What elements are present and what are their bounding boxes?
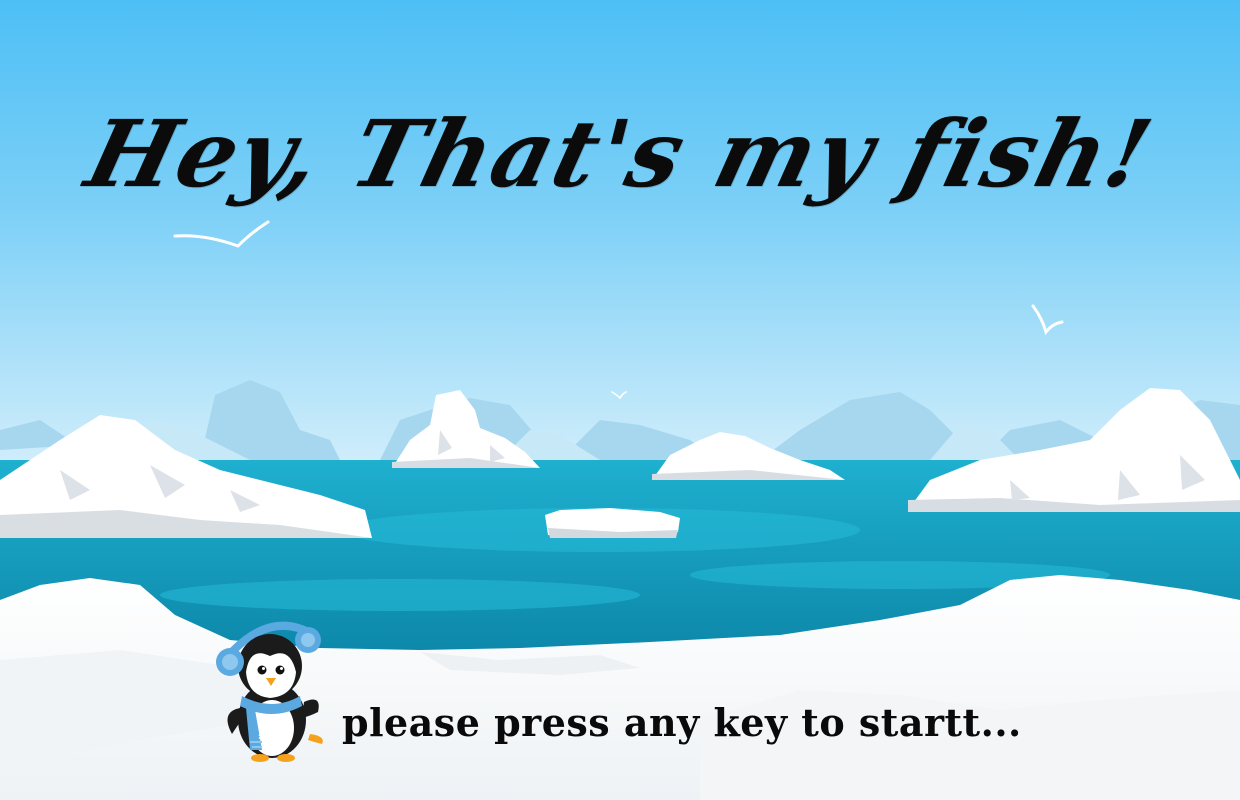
start-prompt[interactable]: please press any key to startt... (342, 700, 1022, 745)
svg-text:✻: ✻ (258, 733, 266, 743)
svg-text:✻: ✻ (276, 727, 284, 737)
game-title: Hey, That's my fish! (76, 100, 1164, 208)
ice-floe-small (545, 508, 680, 538)
penguin-icon: ✻ ✻ (216, 621, 323, 762)
